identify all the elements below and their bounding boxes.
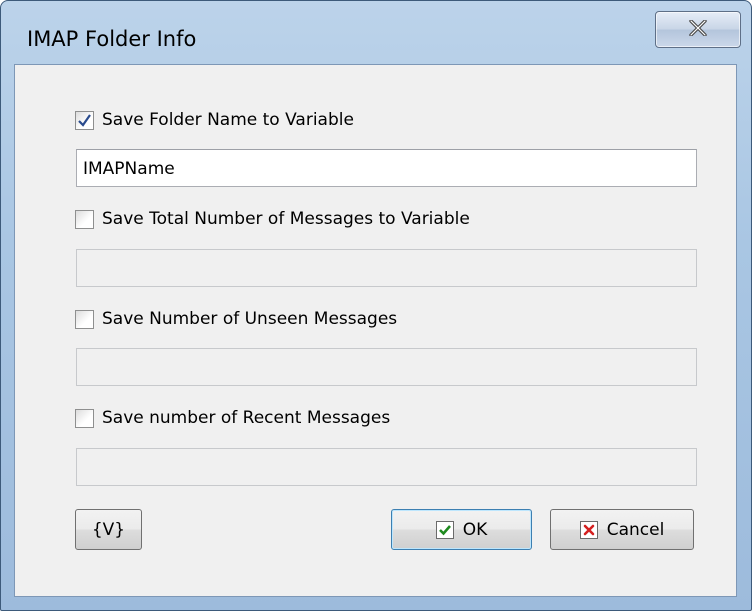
recent-messages-variable-field[interactable] (76, 448, 697, 486)
ok-button[interactable]: OK (391, 509, 532, 550)
save-total-messages-option[interactable]: Save Total Number of Messages to Variabl… (75, 209, 470, 229)
unseen-messages-variable-field[interactable] (76, 348, 697, 386)
folder-name-variable-field[interactable]: IMAPName (76, 149, 697, 187)
save-unseen-messages-label: Save Number of Unseen Messages (102, 309, 398, 329)
x-icon (579, 520, 598, 539)
save-unseen-messages-checkbox[interactable] (75, 309, 94, 329)
insert-variable-label: {V} (91, 519, 126, 540)
save-recent-messages-checkbox[interactable] (75, 408, 94, 428)
save-folder-name-option[interactable]: Save Folder Name to Variable (75, 110, 354, 130)
total-messages-variable-field[interactable] (76, 249, 697, 287)
save-recent-messages-label: Save number of Recent Messages (102, 408, 391, 428)
close-button[interactable] (655, 11, 741, 48)
save-total-messages-label: Save Total Number of Messages to Variabl… (102, 209, 470, 229)
ok-label: OK (462, 519, 488, 540)
save-folder-name-checkbox[interactable] (75, 110, 94, 130)
title-bar[interactable]: IMAP Folder Info (1, 1, 751, 65)
save-total-messages-checkbox[interactable] (75, 209, 94, 229)
insert-variable-button[interactable]: {V} (75, 509, 142, 550)
save-unseen-messages-option[interactable]: Save Number of Unseen Messages (75, 309, 397, 329)
window-title: IMAP Folder Info (27, 27, 197, 51)
save-folder-name-label: Save Folder Name to Variable (102, 110, 354, 130)
check-icon (435, 520, 454, 539)
close-icon (688, 18, 708, 40)
save-recent-messages-option[interactable]: Save number of Recent Messages (75, 408, 390, 428)
cancel-label: Cancel (606, 519, 665, 540)
cancel-button[interactable]: Cancel (550, 509, 694, 550)
check-mark-icon (78, 113, 91, 127)
